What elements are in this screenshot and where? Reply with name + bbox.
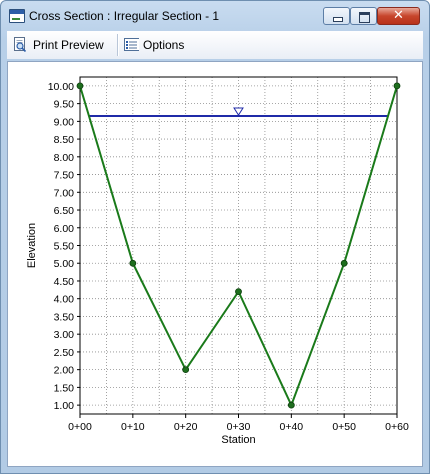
toolbar-separator bbox=[117, 34, 119, 56]
maximize-icon bbox=[359, 12, 370, 23]
y-tick-label: 1.00 bbox=[54, 400, 75, 412]
options-label: Options bbox=[143, 38, 185, 52]
y-tick-label: 2.00 bbox=[54, 365, 75, 377]
profile-data-point bbox=[340, 259, 348, 267]
maximize-button[interactable] bbox=[350, 7, 377, 25]
y-tick-label: 8.50 bbox=[54, 134, 75, 146]
profile-data-point bbox=[182, 366, 190, 374]
x-axis-label: Station bbox=[221, 434, 255, 446]
y-tick-label: 9.50 bbox=[54, 99, 75, 111]
print-preview-icon bbox=[14, 37, 27, 52]
x-tick-label: 0+20 bbox=[174, 421, 198, 433]
profile-data-point bbox=[76, 82, 84, 90]
y-tick-label: 6.00 bbox=[54, 223, 75, 235]
y-tick-label: 7.50 bbox=[54, 170, 75, 182]
chart-area: 1.00 1.50 2.00 2.50 3.00 3.50 4.00 4.50 5.00 5.50… bbox=[7, 61, 423, 467]
y-tick-label: 3.50 bbox=[54, 311, 75, 323]
profile-data-point bbox=[235, 288, 242, 296]
window-title: Cross Section : Irregular Section - 1 bbox=[29, 9, 220, 23]
minimize-button[interactable] bbox=[323, 7, 350, 25]
y-tick-label: 10.00 bbox=[48, 81, 74, 93]
x-tick-label: 0+30 bbox=[227, 421, 251, 433]
cross-section-window: Cross Section : Irregular Section - 1 ✕ … bbox=[0, 0, 430, 474]
minimize-icon bbox=[333, 17, 343, 22]
close-button[interactable]: ✕ bbox=[377, 7, 420, 25]
close-icon: ✕ bbox=[393, 8, 404, 23]
x-tick-label: 0+40 bbox=[280, 421, 304, 433]
profile-data-point bbox=[129, 259, 137, 267]
x-tick-label: 0+60 bbox=[385, 421, 409, 433]
y-tick-label: 3.00 bbox=[54, 329, 75, 341]
y-tick-label: 5.00 bbox=[54, 258, 75, 270]
y-tick-label: 7.00 bbox=[54, 187, 75, 199]
options-list-icon bbox=[124, 38, 139, 51]
y-axis-label: Elevation bbox=[26, 223, 38, 268]
profile-data-point bbox=[393, 82, 401, 90]
y-tick-label: 4.00 bbox=[54, 294, 75, 306]
y-tick-label: 4.50 bbox=[54, 276, 75, 288]
x-tick-label: 0+50 bbox=[332, 421, 356, 433]
toolbar: Print Preview Options bbox=[7, 31, 423, 59]
title-bar[interactable]: Cross Section : Irregular Section - 1 ✕ bbox=[1, 1, 429, 31]
profile-data-point bbox=[287, 401, 295, 409]
x-tick-label: 0+10 bbox=[121, 421, 145, 433]
options-button[interactable]: Options bbox=[121, 35, 201, 55]
print-preview-button[interactable]: Print Preview bbox=[11, 35, 111, 55]
water-surface-marker-icon bbox=[233, 107, 244, 116]
cross-section-window-icon bbox=[9, 9, 25, 23]
y-tick-label: 5.50 bbox=[54, 241, 75, 253]
y-tick-label: 2.50 bbox=[54, 347, 75, 359]
print-preview-label: Print Preview bbox=[33, 38, 104, 52]
y-tick-label: 1.50 bbox=[54, 382, 75, 394]
y-tick-label: 8.00 bbox=[54, 152, 75, 164]
y-tick-label: 6.50 bbox=[54, 205, 75, 217]
x-tick-label: 0+00 bbox=[68, 421, 92, 433]
cross-section-chart: 1.00 1.50 2.00 2.50 3.00 3.50 4.00 4.50 5.00 5.50… bbox=[26, 76, 409, 446]
y-tick-label: 9.00 bbox=[54, 116, 75, 128]
